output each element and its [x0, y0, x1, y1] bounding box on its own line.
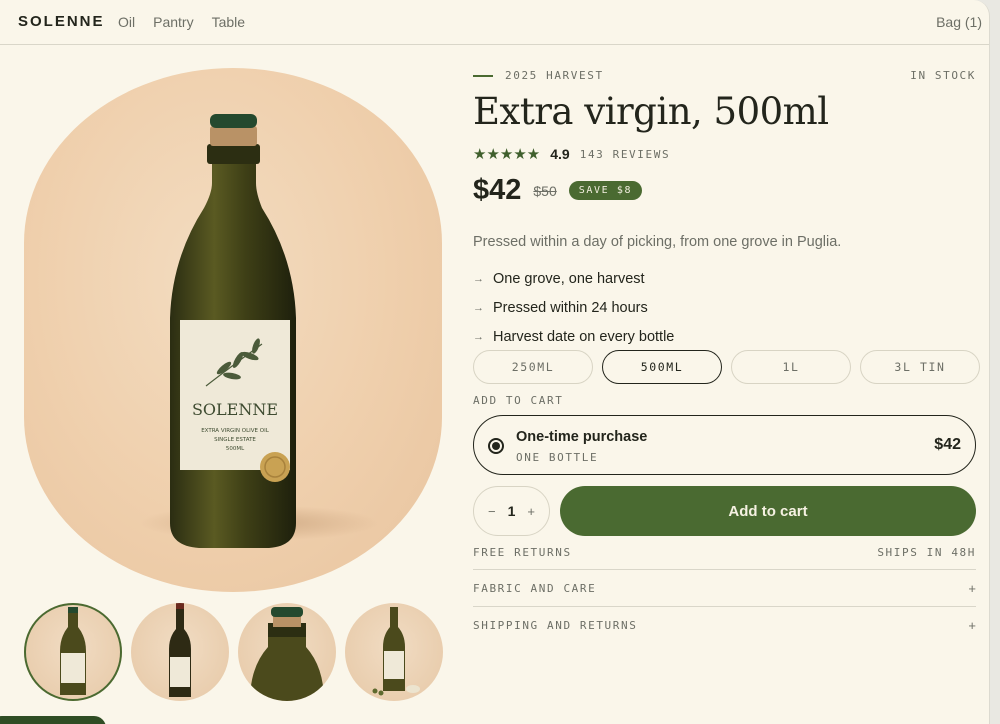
harvest-eyebrow: 2025 HARVEST	[473, 69, 604, 82]
nav-item-table[interactable]: Table	[212, 14, 245, 30]
label-brand-text: SOLENNE	[192, 400, 278, 419]
accordion-shipping-and-returns[interactable]: SHIPPING AND RETURNS +	[473, 606, 976, 643]
harvest-label: 2025 HARVEST	[505, 69, 604, 82]
brand-logo[interactable]: SOLENNE	[18, 13, 105, 30]
bag-link[interactable]: Bag (1)	[936, 14, 982, 30]
nav-item-pantry[interactable]: Pantry	[153, 14, 193, 30]
thumbnail-1[interactable]	[24, 603, 122, 701]
rating-value: 4.9	[550, 146, 570, 162]
rating-row: ★★★★★ 4.9 143 REVIEWS	[473, 145, 670, 163]
product-title: Extra virgin, 500ml	[473, 90, 829, 133]
olive-oil-bottle-image: SOLENNE EXTRA VIRGIN OLIVE OIL SINGLE ES…	[139, 114, 379, 548]
original-price: $50	[533, 182, 557, 199]
star-rating-icon: ★★★★★	[473, 146, 541, 163]
eyebrow-dash	[473, 74, 493, 77]
feature-text: One grove, one harvest	[493, 270, 645, 287]
label-line-2: SINGLE ESTATE	[214, 437, 256, 443]
purchase-option-subtitle: ONE BOTTLE	[516, 451, 599, 464]
product-page: SOLENNE Oil Pantry Table Bag (1) SOLENNE…	[0, 0, 990, 724]
site-header: SOLENNE Oil Pantry Table Bag (1)	[0, 0, 989, 45]
reviews-link[interactable]: 143 REVIEWS	[580, 148, 670, 161]
label-line-3: 500ML	[226, 446, 245, 452]
purchase-option-price: $42	[934, 436, 961, 453]
feature-item: → Pressed within 24 hours	[473, 293, 674, 322]
price-row: $42 $50 SAVE $8	[473, 174, 643, 207]
quantity-value: 1	[507, 503, 516, 519]
plus-icon: +	[968, 580, 976, 596]
accordion-fabric-and-care[interactable]: FABRIC AND CARE +	[473, 569, 976, 606]
arrow-right-icon: →	[473, 330, 484, 343]
feature-item: → One grove, one harvest	[473, 264, 674, 293]
radio-selected-icon[interactable]	[488, 438, 504, 454]
shipping-info-row: FREE RETURNS SHIPS IN 48H	[473, 546, 976, 559]
size-option-1l[interactable]: 1L	[731, 350, 851, 384]
accordion-label: FABRIC AND CARE	[473, 581, 597, 595]
stock-status: IN STOCK	[910, 69, 976, 82]
floating-tab[interactable]	[0, 716, 106, 724]
nav-item-oil[interactable]: Oil	[118, 14, 135, 30]
feature-item: → Harvest date on every bottle	[473, 322, 674, 351]
feature-text: Pressed within 24 hours	[493, 299, 648, 316]
plus-icon: +	[968, 617, 976, 633]
ships-in-text: SHIPS IN 48H	[877, 546, 976, 559]
size-option-500ml[interactable]: 500ml	[602, 350, 722, 384]
product-description: Pressed within a day of picking, from on…	[473, 234, 842, 250]
thumbnail-3[interactable]	[238, 603, 336, 701]
product-hero-image: SOLENNE EXTRA VIRGIN OLIVE OIL SINGLE ES…	[24, 68, 442, 592]
save-badge: SAVE $8	[568, 181, 643, 200]
thumbnail-strip	[24, 603, 443, 701]
increment-button[interactable]: +	[527, 504, 535, 519]
thumbnail-4[interactable]	[345, 603, 443, 701]
size-option-250ml[interactable]: 250ml	[473, 350, 593, 384]
feature-text: Harvest date on every bottle	[493, 328, 675, 345]
label-line-1: EXTRA VIRGIN OLIVE OIL	[201, 428, 270, 434]
purchase-option-title: One-time purchase	[516, 429, 648, 445]
add-to-cart-heading: ADD TO CART	[473, 394, 564, 407]
arrow-right-icon: →	[473, 272, 484, 285]
add-to-cart-button[interactable]: Add to cart	[560, 486, 976, 536]
accordion-label: SHIPPING AND RETURNS	[473, 618, 638, 632]
thumbnail-2[interactable]	[131, 603, 229, 701]
arrow-right-icon: →	[473, 301, 484, 314]
size-option-3l-tin[interactable]: 3L tin	[860, 350, 980, 384]
main-nav: Oil Pantry Table	[118, 14, 245, 30]
decrement-button[interactable]: −	[488, 504, 496, 519]
size-selector: 250ml 500ml 1L 3L tin	[473, 350, 980, 384]
current-price: $42	[473, 174, 522, 206]
feature-list: → One grove, one harvest → Pressed withi…	[473, 264, 674, 351]
free-returns-text: FREE RETURNS	[473, 546, 572, 559]
quantity-stepper: − 1 +	[473, 486, 550, 536]
one-time-purchase-option[interactable]: One-time purchase ONE BOTTLE $42	[473, 415, 976, 475]
